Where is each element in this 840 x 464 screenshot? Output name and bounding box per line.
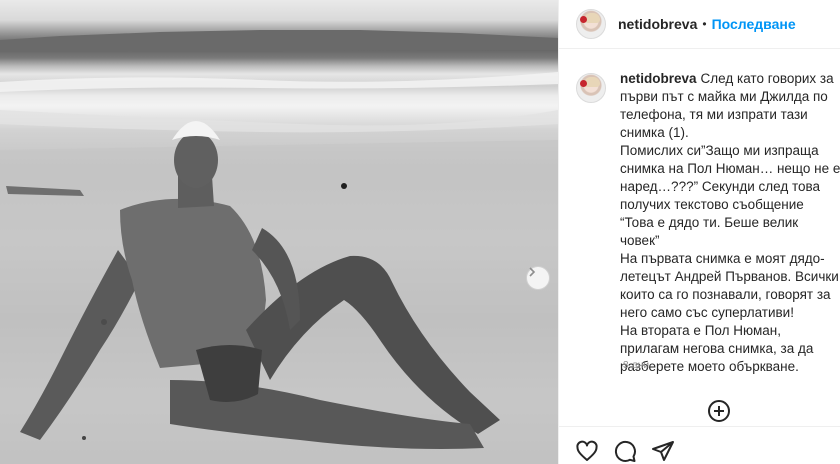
post-photo	[0, 0, 558, 464]
caption-block: netidobreva След като говорих за първи пъ…	[576, 70, 840, 376]
avatar[interactable]	[576, 9, 606, 39]
username-link[interactable]: netidobreva	[618, 16, 697, 32]
comment-bubble-icon[interactable]	[613, 439, 637, 463]
caption-username[interactable]: netidobreva	[620, 71, 697, 86]
beach-photo-illustration	[0, 30, 558, 464]
action-bar	[559, 426, 840, 464]
separator-dot: •	[702, 17, 707, 31]
post-time-ago[interactable]: 3 дни	[623, 360, 649, 371]
post-header: netidobreva • Последване	[559, 0, 840, 49]
heart-icon[interactable]	[575, 439, 599, 463]
carousel-next-button[interactable]	[526, 266, 550, 290]
plus-circle-icon[interactable]	[707, 399, 731, 423]
caption-avatar[interactable]	[576, 73, 606, 103]
caption-text: След като говорих за първи път с майка м…	[620, 71, 840, 374]
chevron-right-icon	[529, 267, 536, 277]
post-details-panel: netidobreva • Последване netidobreva След…	[558, 0, 840, 464]
follow-button[interactable]: Последване	[712, 16, 796, 32]
caption: netidobreva След като говорих за първи пъ…	[620, 70, 840, 376]
paper-plane-icon[interactable]	[651, 439, 675, 463]
